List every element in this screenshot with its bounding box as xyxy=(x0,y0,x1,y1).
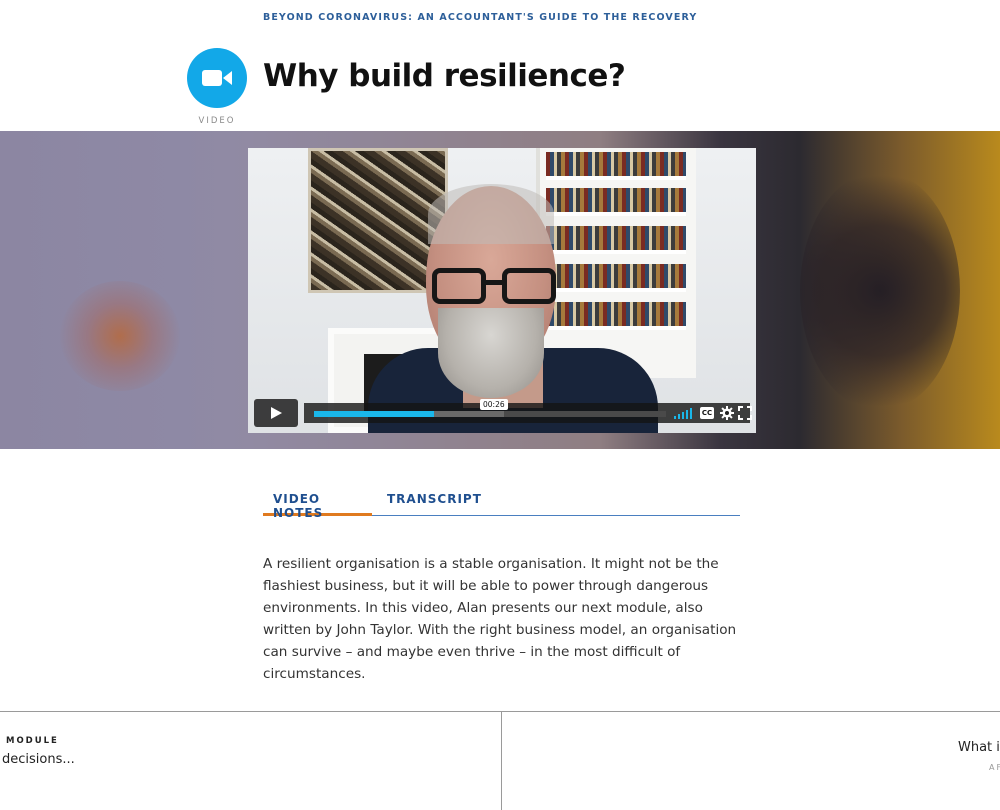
fullscreen-icon[interactable] xyxy=(738,406,752,420)
video-badge xyxy=(187,48,247,108)
tab-video-notes[interactable]: VIDEO NOTES xyxy=(263,488,372,520)
video-frame-bookshelf xyxy=(536,148,696,378)
next-module-link[interactable]: What is AF xyxy=(502,712,1000,810)
backdrop-blur-left xyxy=(60,281,180,391)
module-navigation: MODULE decisions... What is AF xyxy=(0,711,1000,810)
page-title: Why build resilience? xyxy=(263,58,626,94)
prev-module-kicker: MODULE xyxy=(6,736,59,746)
video-frame-presenter-glasses xyxy=(432,268,556,308)
video-frame-presenter-beard xyxy=(438,308,544,398)
next-module-kicker: AF xyxy=(989,763,1000,772)
video-badge-label: VIDEO xyxy=(198,116,236,126)
video-frame-presenter-hair xyxy=(428,184,554,244)
prev-module-title: decisions... xyxy=(2,752,75,767)
course-label[interactable]: BEYOND CORONAVIRUS: AN ACCOUNTANT'S GUID… xyxy=(263,12,697,23)
play-icon xyxy=(271,407,282,419)
gear-icon[interactable] xyxy=(720,406,734,420)
player-control-bar: 00:26 CC xyxy=(304,399,752,423)
play-button[interactable] xyxy=(254,399,298,427)
closed-captions-icon[interactable]: CC xyxy=(700,407,714,419)
volume-icon[interactable] xyxy=(674,407,692,419)
next-module-title: What is xyxy=(958,740,1000,755)
content-tabs: VIDEO NOTES TRANSCRIPT xyxy=(263,488,740,520)
backdrop-blur-right xyxy=(800,171,960,411)
player-controls: 00:26 CC xyxy=(254,399,752,427)
progress-played xyxy=(314,411,434,417)
video-player[interactable]: 00:26 CC xyxy=(248,148,756,433)
prev-module-link[interactable]: MODULE decisions... xyxy=(0,712,500,810)
current-time-tooltip: 00:26 xyxy=(480,399,508,410)
video-notes-text: A resilient organisation is a stable org… xyxy=(263,556,737,682)
progress-bar[interactable]: 00:26 xyxy=(314,399,666,417)
video-camera-icon xyxy=(202,70,232,86)
tab-transcript[interactable]: TRANSCRIPT xyxy=(387,488,497,516)
